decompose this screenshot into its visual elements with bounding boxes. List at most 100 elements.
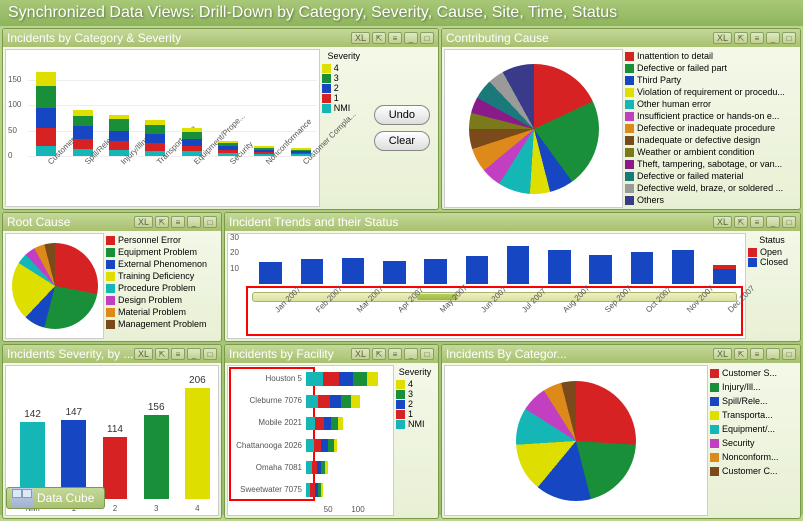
pin-icon[interactable]: ⇱ <box>372 32 386 44</box>
legend-item[interactable]: Security <box>710 437 796 450</box>
pin-icon[interactable]: ⇱ <box>155 348 169 360</box>
legend-item[interactable]: Defective or failed material <box>625 171 796 182</box>
legend-label: Third Party <box>637 75 681 86</box>
legend-item[interactable]: 1 <box>396 409 434 419</box>
maximize-icon[interactable]: □ <box>203 348 217 360</box>
legend-item[interactable]: 3 <box>396 389 434 399</box>
chart-contributing-cause[interactable] <box>444 49 623 208</box>
minimize-icon[interactable]: _ <box>187 348 201 360</box>
legend-item[interactable]: Spill/Rele... <box>710 395 796 408</box>
undo-button[interactable]: Undo <box>374 105 430 125</box>
legend-item[interactable]: Theft, tampering, sabotage, or van... <box>625 159 796 170</box>
legend-item[interactable]: Open <box>748 247 796 257</box>
legend-item[interactable]: NMI <box>396 419 434 429</box>
menu-icon[interactable]: ≡ <box>171 348 185 360</box>
chart-incidents-by-category[interactable] <box>444 365 708 516</box>
legend-item[interactable]: Material Problem <box>106 307 217 318</box>
menu-icon[interactable]: ≡ <box>171 216 185 228</box>
menu-icon[interactable]: ≡ <box>388 348 402 360</box>
legend-item[interactable]: Insufficient practice or hands-on e... <box>625 111 796 122</box>
minimize-icon[interactable]: _ <box>404 348 418 360</box>
legend-item[interactable]: Defective or failed part <box>625 63 796 74</box>
legend-item[interactable]: Others <box>625 195 796 206</box>
legend-item[interactable]: Design Problem <box>106 295 217 306</box>
legend-item[interactable]: Injury/Ill... <box>710 381 796 394</box>
legend-label: Material Problem <box>118 307 186 318</box>
legend-item[interactable]: Personnel Error <box>106 235 217 246</box>
legend-swatch <box>710 397 719 406</box>
panel-title: Incidents By Categor... <box>446 347 713 361</box>
legend-item[interactable]: 1 <box>322 93 366 103</box>
pin-icon[interactable]: ⇱ <box>734 216 748 228</box>
panel-xl-button[interactable]: XL <box>713 216 732 228</box>
chart-incident-trends[interactable]: 102030Jan 2007Feb 2007Mar 2007Apr 2007Ma… <box>227 233 746 339</box>
chart-root-cause[interactable] <box>5 233 104 339</box>
maximize-icon[interactable]: □ <box>782 216 796 228</box>
legend-label: Management Problem <box>118 319 207 330</box>
legend-item[interactable]: NMI <box>322 103 366 113</box>
chart-incidents-facility[interactable]: Houston 5Cleburne 7076Mobile 2021Chattan… <box>227 365 394 516</box>
legend-label: Open <box>760 247 782 257</box>
data-cube-button[interactable]: Data Cube <box>6 487 105 509</box>
legend-swatch <box>710 439 719 448</box>
maximize-icon[interactable]: □ <box>420 32 434 44</box>
legend-title: Severity <box>322 51 366 61</box>
legend-item[interactable]: 4 <box>396 379 434 389</box>
legend-item[interactable]: Weather or ambient condition <box>625 147 796 158</box>
minimize-icon[interactable]: _ <box>404 32 418 44</box>
clear-button[interactable]: Clear <box>374 131 430 151</box>
minimize-icon[interactable]: _ <box>187 216 201 228</box>
pin-icon[interactable]: ⇱ <box>734 348 748 360</box>
legend-item[interactable]: 2 <box>322 83 366 93</box>
panel-xl-button[interactable]: XL <box>351 348 370 360</box>
legend-item[interactable]: Equipment Problem <box>106 247 217 258</box>
legend-swatch <box>396 420 405 429</box>
legend-item[interactable]: 3 <box>322 73 366 83</box>
maximize-icon[interactable]: □ <box>782 32 796 44</box>
minimize-icon[interactable]: _ <box>766 348 780 360</box>
legend-item[interactable]: Transporta... <box>710 409 796 422</box>
legend-item[interactable]: Inadequate or defective design <box>625 135 796 146</box>
menu-icon[interactable]: ≡ <box>750 32 764 44</box>
legend-item[interactable]: Equipment/... <box>710 423 796 436</box>
menu-icon[interactable]: ≡ <box>388 32 402 44</box>
legend-item[interactable]: Customer S... <box>710 367 796 380</box>
legend-item[interactable]: Nonconform... <box>710 451 796 464</box>
pin-icon[interactable]: ⇱ <box>155 216 169 228</box>
legend-item[interactable]: 4 <box>322 63 366 73</box>
panel-xl-button[interactable]: XL <box>134 216 153 228</box>
panel-title: Incidents by Category & Severity <box>7 31 351 45</box>
maximize-icon[interactable]: □ <box>203 216 217 228</box>
legend-item[interactable]: Violation of requirement or procedu... <box>625 87 796 98</box>
legend-swatch <box>710 425 719 434</box>
menu-icon[interactable]: ≡ <box>750 348 764 360</box>
legend-item[interactable]: Defective or inadequate procedure <box>625 123 796 134</box>
legend-swatch <box>396 400 405 409</box>
legend-item[interactable]: External Phenomenon <box>106 259 217 270</box>
panel-xl-button[interactable]: XL <box>134 348 153 360</box>
panel-xl-button[interactable]: XL <box>351 32 370 44</box>
legend-item[interactable]: Closed <box>748 257 796 267</box>
pin-icon[interactable]: ⇱ <box>734 32 748 44</box>
panel-incidents-by-category: Incidents By Categor... XL ⇱ ≡ _ □ Custo… <box>441 344 801 519</box>
panel-xl-button[interactable]: XL <box>713 32 732 44</box>
minimize-icon[interactable]: _ <box>766 32 780 44</box>
menu-icon[interactable]: ≡ <box>750 216 764 228</box>
legend-swatch <box>625 52 634 61</box>
chart-category-severity[interactable]: 050100150Customer SiteSpill/ReleaseInjur… <box>5 49 320 207</box>
pin-icon[interactable]: ⇱ <box>372 348 386 360</box>
legend-item[interactable]: Third Party <box>625 75 796 86</box>
legend-item[interactable]: Defective weld, braze, or soldered ... <box>625 183 796 194</box>
maximize-icon[interactable]: □ <box>782 348 796 360</box>
legend-item[interactable]: Inattention to detail <box>625 51 796 62</box>
legend-item[interactable]: Management Problem <box>106 319 217 330</box>
legend-item[interactable]: Procedure Problem <box>106 283 217 294</box>
legend-item[interactable]: Training Deficiency <box>106 271 217 282</box>
legend-item[interactable]: Customer C... <box>710 465 796 478</box>
maximize-icon[interactable]: □ <box>420 348 434 360</box>
minimize-icon[interactable]: _ <box>766 216 780 228</box>
legend-item[interactable]: Other human error <box>625 99 796 110</box>
panel-xl-button[interactable]: XL <box>713 348 732 360</box>
legend-label: Defective or inadequate procedure <box>637 123 775 134</box>
legend-item[interactable]: 2 <box>396 399 434 409</box>
